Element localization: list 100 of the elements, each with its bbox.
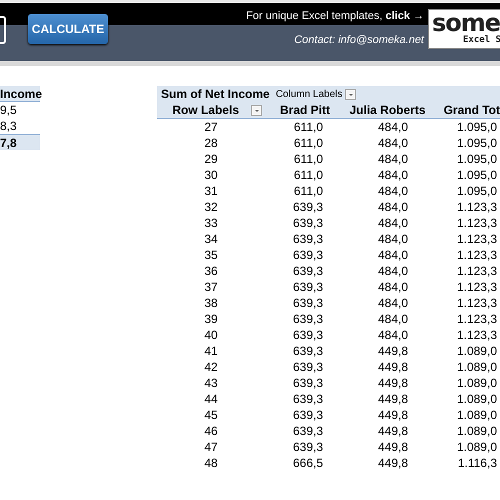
dropdown-icon[interactable]: [345, 88, 356, 100]
table-cell-text: 484,0: [376, 279, 409, 295]
table-cell-text: 449,8: [376, 439, 409, 455]
table-cell-text: 1.089,0: [456, 359, 498, 375]
table-cell-text: 1.123,3: [456, 215, 498, 231]
row-label: 36: [203, 263, 219, 279]
table-cell-text: 611,0: [292, 151, 324, 167]
table-cell-text: 484,0: [376, 167, 409, 183]
table-cell-text: 611,0: [292, 167, 324, 183]
row-label: 30: [203, 167, 219, 183]
row-label: 45: [203, 407, 219, 423]
table-cell-text: 484,0: [376, 199, 409, 215]
row-label: 43: [203, 375, 219, 391]
row-label: 42: [203, 359, 219, 375]
column-header: Julia Roberts: [345, 102, 430, 119]
row-label: 37: [203, 279, 219, 295]
row-label: 33: [203, 215, 219, 231]
table-cell-text: 484,0: [376, 135, 409, 151]
table-cell-text: 1.123,3: [456, 311, 498, 327]
table-cell-text: 8,3: [0, 118, 18, 134]
row-label: 38: [203, 295, 219, 311]
table-cell-text: 1.089,0: [456, 423, 498, 439]
table-cell-text: 639,3: [292, 215, 324, 231]
table-cell-text: 639,3: [292, 199, 324, 215]
table-cell-text: 449,8: [376, 423, 409, 439]
table-cell-text: 1.095,0: [456, 183, 498, 199]
column-header: Brad Pitt: [265, 102, 345, 119]
table-cell-text: 611,0: [292, 135, 324, 151]
calculate-button[interactable]: CALCULATE: [28, 14, 108, 44]
dropdown-icon[interactable]: [251, 104, 262, 116]
table-cell-text: 1.095,0: [456, 151, 498, 167]
table-cell-text: 1.089,0: [456, 343, 498, 359]
table-cell-text: 484,0: [376, 215, 409, 231]
table-cell-text: 1.116,3: [456, 455, 498, 471]
table-cell-text: 1.123,3: [456, 279, 498, 295]
row-label: 34: [203, 231, 219, 247]
table-cell-text: 484,0: [376, 327, 409, 343]
table-cell-text: 639,3: [292, 343, 324, 359]
column-header: Grand Tot: [430, 102, 500, 119]
table-cell-text: 484,0: [376, 183, 409, 199]
row-label: 32: [203, 199, 219, 215]
table-cell-text: 484,0: [376, 247, 409, 263]
table-cell-text: 449,8: [376, 455, 409, 471]
table-cell-text: 1.123,3: [456, 295, 498, 311]
table-cell-text: 611,0: [292, 119, 324, 135]
total-cell: 7,8: [0, 134, 40, 150]
table-cell-text: 639,3: [292, 263, 324, 279]
table-cell-text: 639,3: [292, 295, 324, 311]
table-cell-text: 1.123,3: [456, 231, 498, 247]
column-header: Income: [0, 86, 40, 102]
table-cell-text: 639,3: [292, 311, 324, 327]
table-cell-text: 1.089,0: [456, 407, 498, 423]
contact-text: Contact: info@someka.net: [294, 34, 424, 46]
table-cell-text: 639,3: [292, 391, 324, 407]
table-cell-text: 1.089,0: [456, 391, 498, 407]
table-cell-text: 666,5: [292, 455, 324, 471]
row-label: 44: [203, 391, 219, 407]
table-cell-text: 484,0: [376, 295, 409, 311]
table-cell-text: 639,3: [292, 407, 324, 423]
table-cell-text: 611,0: [292, 183, 324, 199]
table-cell-text: 639,3: [292, 359, 324, 375]
click-link[interactable]: click →: [385, 10, 424, 22]
column-header: Row Labels: [172, 102, 239, 118]
table-cell-text: 1.095,0: [456, 119, 498, 135]
table-cell-text: 484,0: [376, 231, 409, 247]
table-cell-text: 1.089,0: [456, 375, 498, 391]
table-cell-text: 1.123,3: [456, 263, 498, 279]
table-cell-text: 484,0: [376, 263, 409, 279]
table-cell-text: 639,3: [292, 247, 324, 263]
table-cell-text: 639,3: [292, 439, 324, 455]
promo-text: For unique Excel templates, click →: [246, 10, 424, 22]
table-cell-text: 639,3: [292, 327, 324, 343]
table-cell-text: 449,8: [376, 343, 409, 359]
row-label: 27: [203, 119, 219, 135]
logo-text: some: [432, 11, 500, 35]
table-cell-text: 484,0: [376, 311, 409, 327]
table-cell-text: 449,8: [376, 375, 409, 391]
row-label: 35: [203, 247, 219, 263]
table-cell-text: 1.089,0: [456, 439, 498, 455]
table-cell-text: 1.123,3: [456, 247, 498, 263]
table-cell-text: 1.123,3: [456, 327, 498, 343]
table-cell-text: 484,0: [376, 119, 409, 135]
row-label: 46: [203, 423, 219, 439]
row-label: 31: [203, 183, 219, 199]
table-cell-text: 9,5: [0, 102, 18, 118]
row-label: 41: [203, 343, 219, 359]
table-cell-text: 449,8: [376, 359, 409, 375]
row-label: 40: [203, 327, 219, 343]
pivot-title: Sum of Net Income: [160, 87, 270, 101]
table-cell-text: 1.095,0: [456, 135, 498, 151]
table-cell-text: 484,0: [376, 151, 409, 167]
table-cell-text: 1.123,3: [456, 199, 498, 215]
table-cell-text: 449,8: [376, 407, 409, 423]
table-cell-text: 639,3: [292, 231, 324, 247]
table-cell-text: 1.095,0: [456, 167, 498, 183]
column-labels-header: Column Labels: [276, 88, 342, 100]
table-cell-text: 639,3: [292, 423, 324, 439]
row-label: 47: [203, 439, 219, 455]
row-label: 48: [203, 455, 219, 471]
table-cell-text: 639,3: [292, 279, 324, 295]
